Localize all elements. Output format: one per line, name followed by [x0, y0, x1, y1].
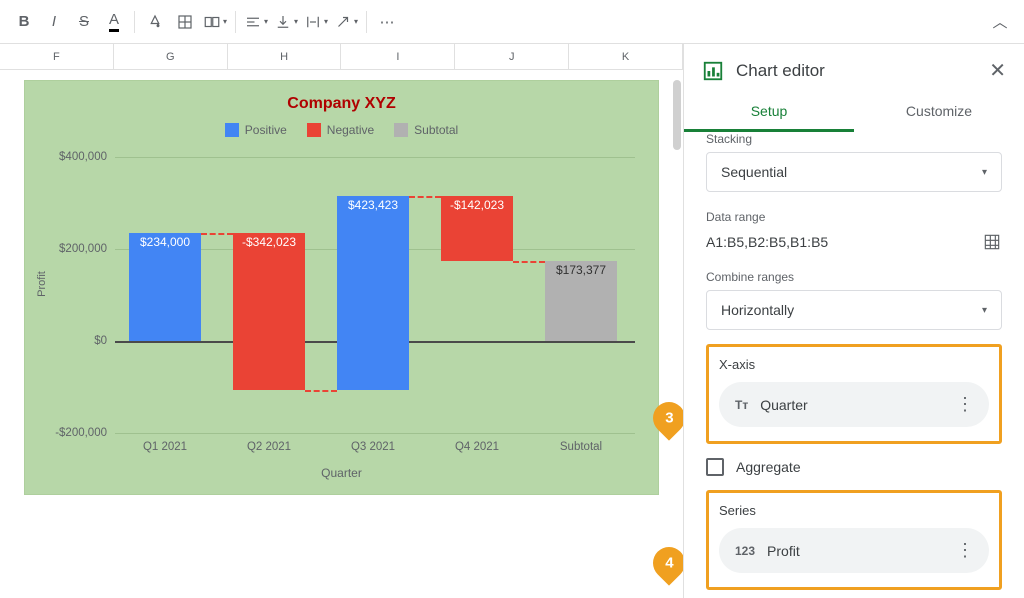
- col-head[interactable]: F: [0, 44, 114, 69]
- combine-ranges-select[interactable]: Horizontally: [706, 290, 1002, 330]
- column-headers: F G H I J K: [0, 44, 683, 70]
- tab-customize[interactable]: Customize: [854, 93, 1024, 132]
- data-range-label: Data range: [706, 210, 1002, 224]
- panel-title: Chart editor: [736, 61, 977, 81]
- col-head[interactable]: G: [114, 44, 228, 69]
- x-axis-heading: X-axis: [719, 357, 989, 372]
- data-range-input[interactable]: A1:B5,B2:B5,B1:B5: [706, 234, 972, 250]
- rotate-button[interactable]: [332, 8, 360, 36]
- aggregate-checkbox[interactable]: Aggregate: [706, 458, 1002, 476]
- more-options-icon[interactable]: ⋮: [956, 394, 973, 415]
- toolbar: B I S A ⋯ ︿: [0, 0, 1024, 44]
- plot-area: $400,000 $200,000 $0 -$200,000 $234,000 …: [115, 157, 635, 433]
- callout-4: 4: [646, 540, 684, 585]
- merge-cells-button[interactable]: [201, 8, 229, 36]
- embedded-chart[interactable]: Company XYZ Positive Negative Subtotal P…: [24, 80, 659, 495]
- spreadsheet-area: F G H I J K Company XYZ Positive Negativ…: [0, 44, 684, 598]
- grid-select-icon[interactable]: [982, 232, 1002, 252]
- bar-q1: $234,000: [129, 233, 201, 341]
- stacking-select[interactable]: Sequential: [706, 152, 1002, 192]
- col-head[interactable]: I: [341, 44, 455, 69]
- y-axis-label: Profit: [36, 271, 48, 297]
- chart-legend: Positive Negative Subtotal: [25, 123, 658, 137]
- bar-subtotal: $173,377: [545, 261, 617, 341]
- chart-title: Company XYZ: [25, 95, 658, 113]
- fill-color-button[interactable]: [141, 8, 169, 36]
- col-head[interactable]: K: [569, 44, 683, 69]
- collapse-toolbar-button[interactable]: ︿: [986, 8, 1014, 36]
- combine-ranges-label: Combine ranges: [706, 270, 1002, 284]
- col-head[interactable]: J: [455, 44, 569, 69]
- more-button[interactable]: ⋯: [373, 8, 401, 36]
- series-heading: Series: [719, 503, 989, 518]
- text-color-button[interactable]: A: [100, 8, 128, 36]
- series-field[interactable]: 123 Profit ⋮: [719, 528, 989, 573]
- chart-editor-panel: Chart editor ✕ Setup Customize Stacking …: [684, 44, 1024, 598]
- vertical-scrollbar[interactable]: [673, 80, 681, 150]
- col-head[interactable]: H: [228, 44, 342, 69]
- series-section: Series 123 Profit ⋮: [706, 490, 1002, 590]
- italic-button[interactable]: I: [40, 8, 68, 36]
- bar-q2: -$342,023: [233, 233, 305, 390]
- x-axis-field[interactable]: Tᴛ Quarter ⋮: [719, 382, 989, 427]
- x-axis-section: X-axis Tᴛ Quarter ⋮: [706, 344, 1002, 444]
- stacking-label: Stacking: [706, 132, 1002, 146]
- strikethrough-button[interactable]: S: [70, 8, 98, 36]
- tab-setup[interactable]: Setup: [684, 93, 854, 132]
- panel-tabs: Setup Customize: [684, 93, 1024, 132]
- v-align-button[interactable]: [272, 8, 300, 36]
- text-type-icon: Tᴛ: [735, 398, 748, 412]
- h-align-button[interactable]: [242, 8, 270, 36]
- borders-button[interactable]: [171, 8, 199, 36]
- bar-q3: $423,423: [337, 196, 409, 390]
- checkbox-icon: [706, 458, 724, 476]
- bar-q4: -$142,023: [441, 196, 513, 261]
- wrap-button[interactable]: [302, 8, 330, 36]
- chart-icon: [702, 60, 724, 82]
- x-axis-label: Quarter: [25, 466, 658, 480]
- bold-button[interactable]: B: [10, 8, 38, 36]
- close-icon[interactable]: ✕: [989, 58, 1006, 83]
- number-type-icon: 123: [735, 544, 755, 558]
- more-options-icon[interactable]: ⋮: [956, 540, 973, 561]
